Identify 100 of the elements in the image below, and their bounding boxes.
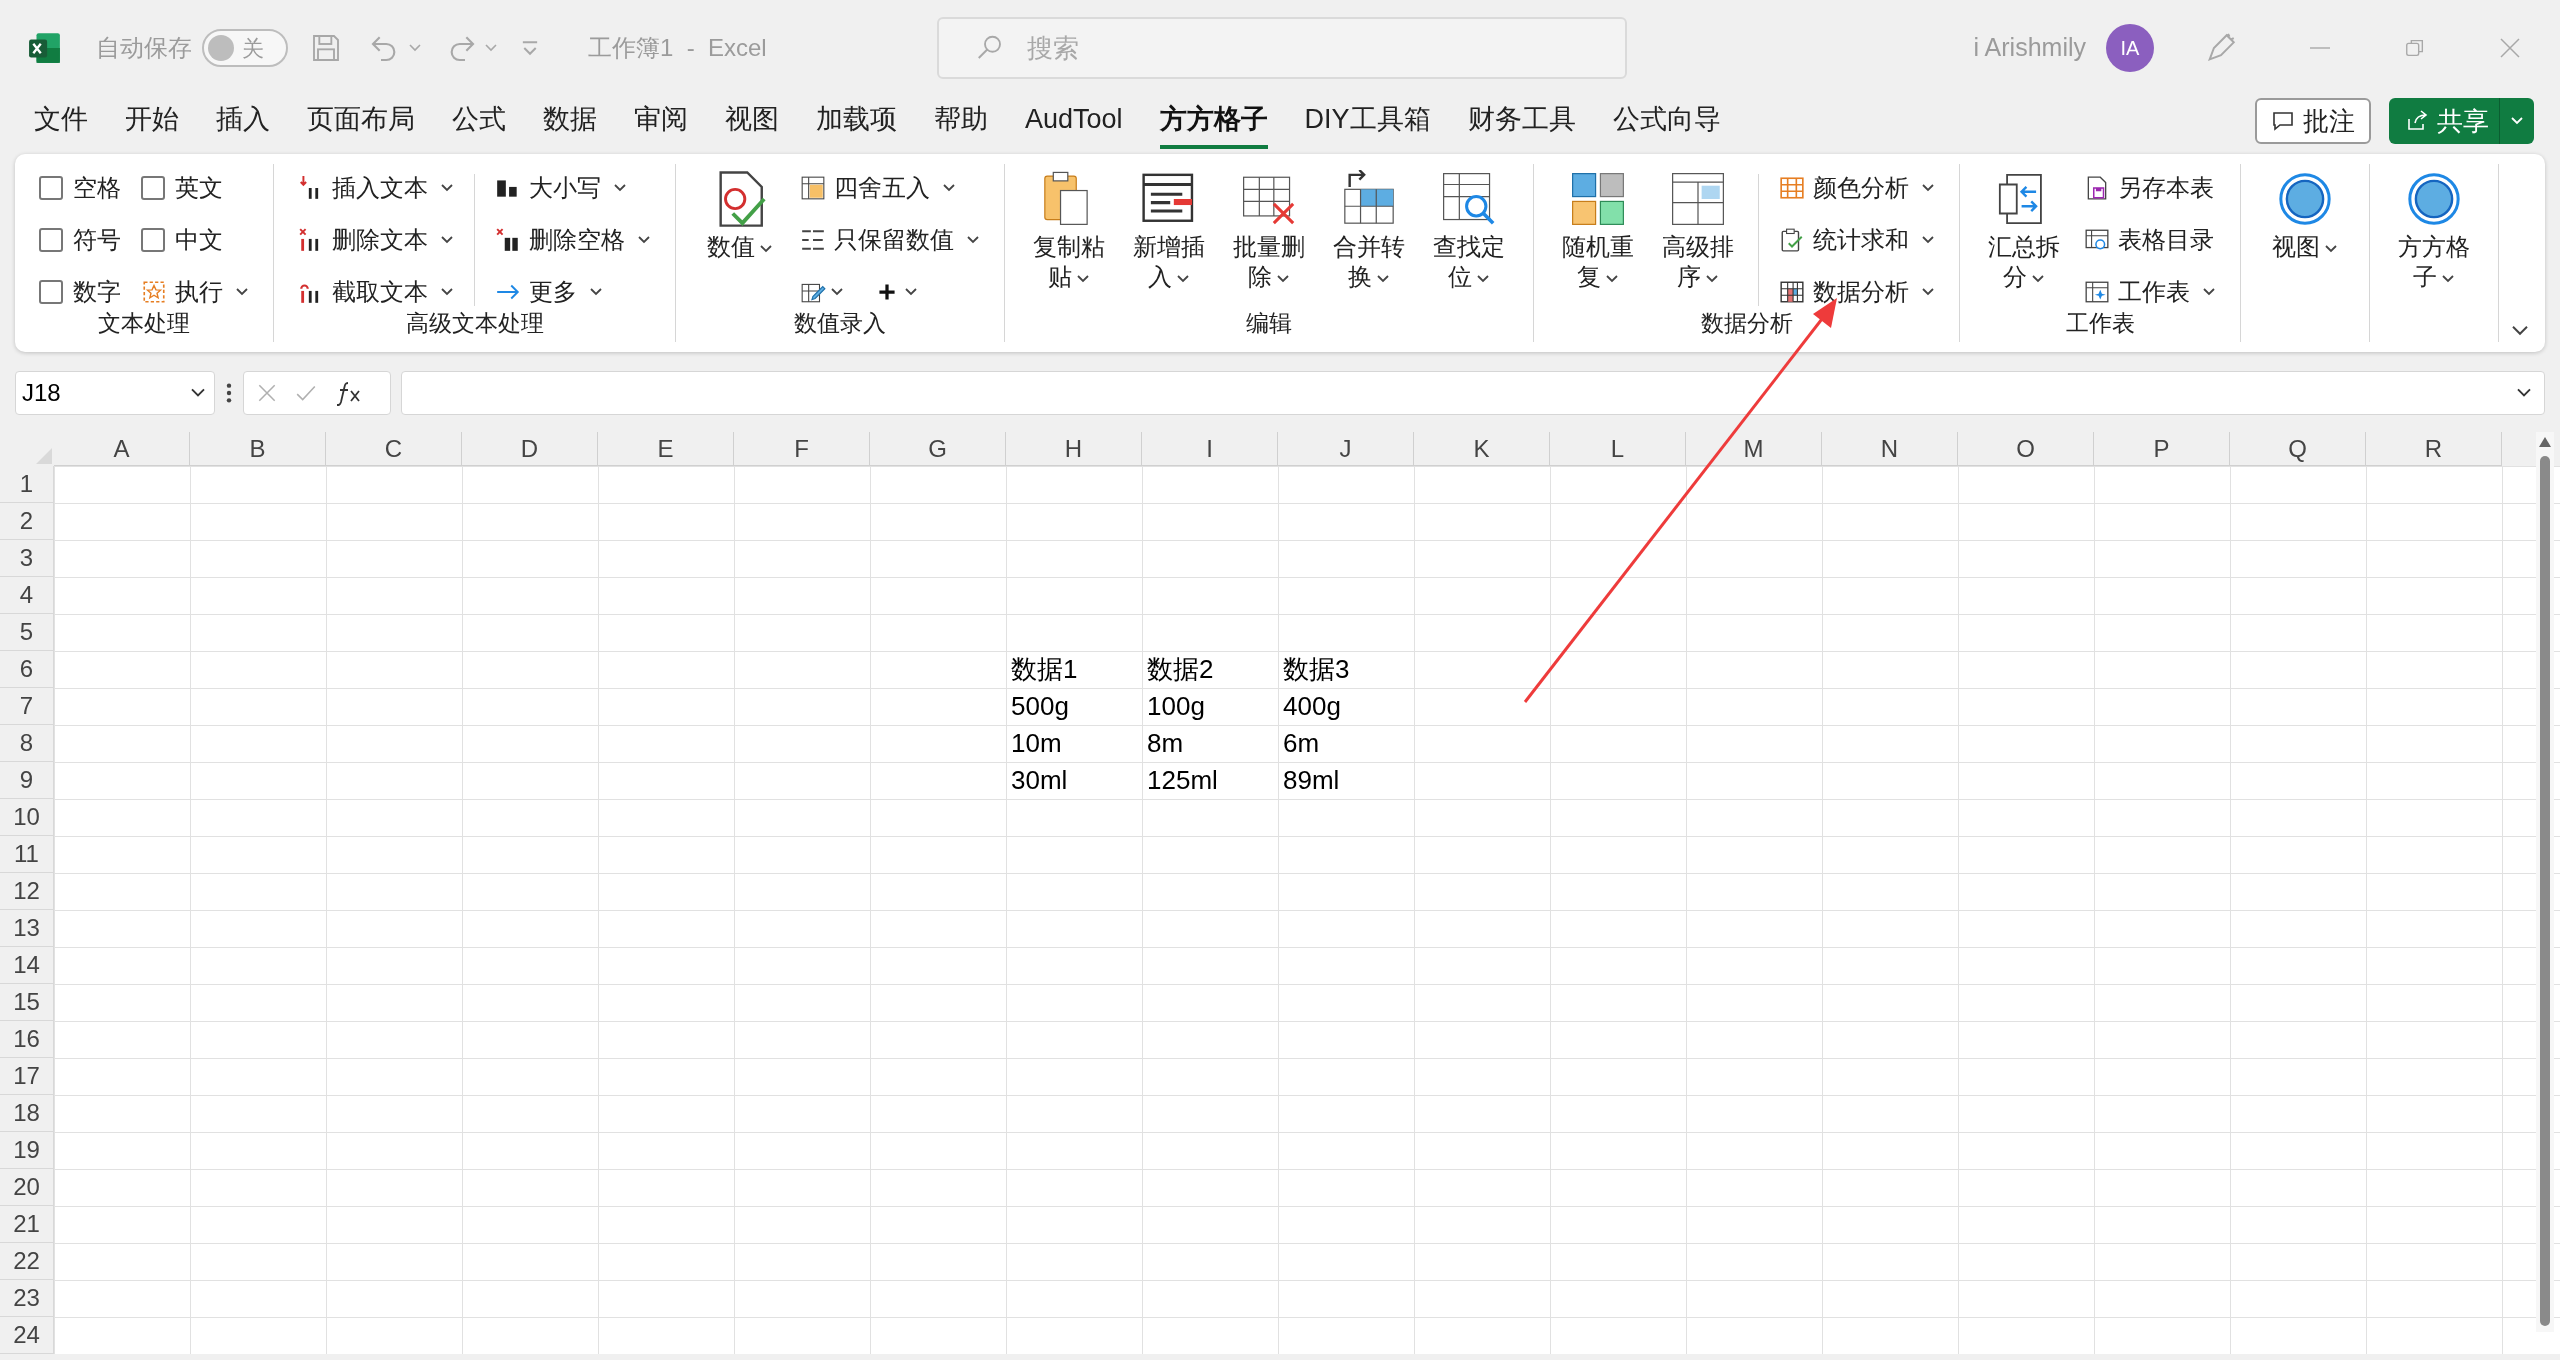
menu-tab[interactable]: 页面布局	[307, 92, 415, 150]
column-header[interactable]: P	[2094, 432, 2230, 466]
ribbon-button[interactable]: 插入文本	[298, 166, 454, 210]
ribbon-large-button[interactable]: 高级排序	[1658, 164, 1738, 292]
ribbon-button[interactable]: 颜色分析	[1779, 166, 1935, 210]
column-header[interactable]: G	[870, 432, 1006, 466]
menu-tab[interactable]: 方方格子	[1159, 92, 1268, 150]
ribbon-button[interactable]: 表格目录	[2084, 218, 2216, 262]
customize-toolbar-icon[interactable]	[520, 38, 540, 58]
row-header[interactable]: 6	[0, 651, 54, 688]
menu-tab[interactable]: 插入	[216, 92, 270, 150]
menu-tab[interactable]: 视图	[725, 92, 779, 150]
row-header[interactable]: 15	[0, 984, 54, 1021]
save-icon[interactable]	[310, 32, 342, 64]
column-header[interactable]: M	[1686, 432, 1822, 466]
column-header[interactable]: Q	[2230, 432, 2366, 466]
row-header[interactable]: 18	[0, 1095, 54, 1132]
row-header[interactable]: 1	[0, 466, 54, 503]
caret-icon[interactable]	[484, 43, 498, 53]
column-header[interactable]: J	[1278, 432, 1414, 466]
cancel-icon[interactable]	[256, 382, 278, 404]
column-header[interactable]: C	[326, 432, 462, 466]
checkbox[interactable]	[39, 280, 63, 304]
ribbon-large-button[interactable]: 批量删除	[1229, 164, 1309, 292]
column-header[interactable]: H	[1006, 432, 1142, 466]
row-header[interactable]: 11	[0, 836, 54, 873]
column-header[interactable]: N	[1822, 432, 1958, 466]
more-options-icon[interactable]	[225, 382, 233, 404]
checkbox[interactable]	[39, 228, 63, 252]
row-header[interactable]: 13	[0, 910, 54, 947]
column-header[interactable]: R	[2366, 432, 2502, 466]
ribbon-large-button[interactable]: 查找定位	[1429, 164, 1509, 292]
column-header[interactable]: O	[1958, 432, 2094, 466]
ribbon-large-button[interactable]: 随机重复	[1558, 164, 1638, 292]
row-header[interactable]: 12	[0, 873, 54, 910]
row-header[interactable]: 23	[0, 1280, 54, 1317]
column-header[interactable]: D	[462, 432, 598, 466]
row-header[interactable]: 7	[0, 688, 54, 725]
menu-tab[interactable]: 公式	[452, 92, 506, 150]
menu-tab[interactable]: 数据	[543, 92, 597, 150]
row-header[interactable]: 14	[0, 947, 54, 984]
ribbon-button[interactable]: 四舍五入	[800, 166, 980, 210]
row-header[interactable]: 24	[0, 1317, 54, 1354]
row-header[interactable]: 10	[0, 799, 54, 836]
column-header[interactable]: I	[1142, 432, 1278, 466]
ribbon-large-button[interactable]: 方方格子	[2394, 164, 2474, 292]
ribbon-button[interactable]: 删除空格	[495, 218, 651, 262]
column-header[interactable]: L	[1550, 432, 1686, 466]
ribbon-large-button[interactable]: 合并转换	[1329, 164, 1409, 292]
collapse-ribbon-icon[interactable]	[2509, 324, 2531, 338]
checkbox[interactable]	[141, 228, 165, 252]
column-header[interactable]: A	[54, 432, 190, 466]
row-header[interactable]: 4	[0, 577, 54, 614]
menu-tab[interactable]: 审阅	[634, 92, 688, 150]
menu-tab[interactable]: AudTool	[1025, 92, 1123, 150]
row-header[interactable]: 22	[0, 1243, 54, 1280]
ribbon-large-button[interactable]: 数值	[700, 164, 780, 262]
ribbon-large-button[interactable]: 汇总拆分	[1984, 164, 2064, 292]
restore-icon[interactable]	[2404, 37, 2426, 59]
ribbon-button[interactable]: 另存本表	[2084, 166, 2216, 210]
ribbon-large-button[interactable]: 视图	[2265, 164, 2345, 262]
vertical-scrollbar[interactable]	[2536, 432, 2554, 1332]
column-header[interactable]: B	[190, 432, 326, 466]
row-header[interactable]: 17	[0, 1058, 54, 1095]
column-header[interactable]: F	[734, 432, 870, 466]
row-header[interactable]: 16	[0, 1021, 54, 1058]
column-header[interactable]: E	[598, 432, 734, 466]
row-header[interactable]: 20	[0, 1169, 54, 1206]
caret-icon[interactable]	[408, 43, 422, 53]
menu-tab[interactable]: 公式向导	[1612, 92, 1721, 150]
menu-tab[interactable]: 帮助	[934, 92, 988, 150]
row-header[interactable]: 8	[0, 725, 54, 762]
scrollbar-thumb[interactable]	[2540, 456, 2550, 1326]
checkbox[interactable]	[141, 176, 165, 200]
search-field[interactable]: 搜索	[936, 17, 1627, 79]
row-header[interactable]: 3	[0, 540, 54, 577]
ribbon-large-button[interactable]: 复制粘贴	[1029, 164, 1109, 292]
scroll-up-icon[interactable]	[2538, 436, 2552, 448]
select-all-corner-icon[interactable]	[34, 446, 54, 466]
menu-tab[interactable]: DIY工具箱	[1304, 92, 1431, 150]
formula-input-field[interactable]	[401, 371, 2545, 415]
menu-tab[interactable]: 加载项	[816, 92, 897, 150]
name-box[interactable]: J18	[15, 371, 215, 415]
close-icon[interactable]	[2498, 36, 2522, 60]
user-avatar[interactable]: IA	[2106, 24, 2154, 72]
row-header[interactable]: 9	[0, 762, 54, 799]
menu-tab[interactable]: 文件	[34, 92, 88, 150]
row-header[interactable]: 2	[0, 503, 54, 540]
checkbox[interactable]	[39, 176, 63, 200]
row-header[interactable]: 19	[0, 1132, 54, 1169]
ribbon-button[interactable]: 统计求和	[1779, 218, 1935, 262]
ribbon-button[interactable]: 大小写	[495, 166, 651, 210]
ribbon-large-button[interactable]: 新增插入	[1129, 164, 1209, 292]
menu-tab[interactable]: 开始	[125, 92, 179, 150]
menu-tab[interactable]: 财务工具	[1467, 92, 1576, 150]
row-header[interactable]: 5	[0, 614, 54, 651]
row-header[interactable]: 21	[0, 1206, 54, 1243]
ribbon-button[interactable]: 只保留数值	[800, 218, 980, 262]
ribbon-button[interactable]: 删除文本	[298, 218, 454, 262]
comment-button[interactable]: 批注	[2255, 98, 2371, 144]
